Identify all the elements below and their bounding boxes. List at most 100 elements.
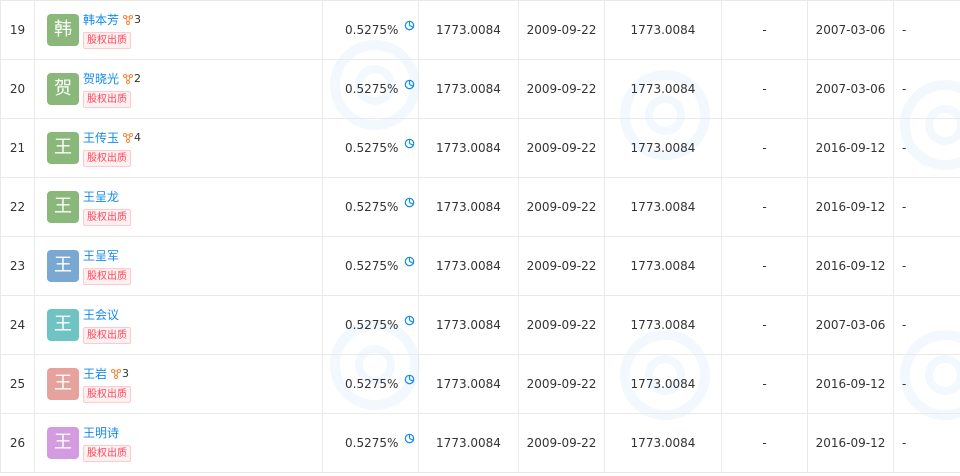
equity-pledge-tag[interactable]: 股权出质 bbox=[83, 31, 131, 49]
pie-chart-icon[interactable] bbox=[404, 79, 415, 90]
paid-amount: 1773.0084 bbox=[604, 177, 722, 237]
ratio-cell: 0.5275% bbox=[322, 59, 419, 119]
subscribed-date: 2009-09-22 bbox=[518, 236, 605, 296]
join-date: 2016-09-12 bbox=[807, 236, 894, 296]
pie-chart-icon[interactable] bbox=[404, 315, 415, 326]
table-body: 19 韩 韩本芳 3 股权出质 0.5275% 1773.0084 2009-0… bbox=[0, 0, 960, 473]
relation-count: 2 bbox=[134, 72, 142, 85]
shareholder-name-link[interactable]: 王呈龙 bbox=[83, 188, 119, 205]
shareholding-ratio: 0.5275% bbox=[345, 436, 399, 450]
row-index: 23 bbox=[0, 236, 35, 296]
relation-badge[interactable]: 2 bbox=[123, 72, 141, 85]
subscribed-date: 2009-09-22 bbox=[518, 118, 605, 178]
paid-amount: 1773.0084 bbox=[604, 295, 722, 355]
shareholder-name-link[interactable]: 韩本芳 bbox=[83, 11, 119, 28]
avatar: 王 bbox=[47, 191, 79, 223]
shareholding-ratio: 0.5275% bbox=[345, 82, 399, 96]
pie-chart-icon[interactable] bbox=[404, 197, 415, 208]
relation-network-icon bbox=[123, 73, 134, 84]
equity-pledge-tag[interactable]: 股权出质 bbox=[83, 149, 131, 167]
shareholder-cell: 王 王岩 3 股权出质 bbox=[34, 354, 323, 414]
table-row: 23 王 王呈军 股权出质 0.5275% 1773.0084 2009-09-… bbox=[0, 236, 960, 296]
paid-date: - bbox=[721, 59, 808, 119]
shareholder-name-link[interactable]: 贺晓光 bbox=[83, 70, 119, 87]
relation-badge[interactable]: 3 bbox=[111, 367, 129, 380]
equity-pledge-tag[interactable]: 股权出质 bbox=[83, 326, 131, 344]
subscribed-date: 2009-09-22 bbox=[518, 413, 605, 473]
ratio-cell: 0.5275% bbox=[322, 295, 419, 355]
shareholder-cell: 王 王明诗 股权出质 bbox=[34, 413, 323, 473]
row-index: 20 bbox=[0, 59, 35, 119]
pie-chart-icon[interactable] bbox=[404, 20, 415, 31]
join-date: 2016-09-12 bbox=[807, 118, 894, 178]
pie-chart-icon[interactable] bbox=[404, 256, 415, 267]
extra-info: - bbox=[893, 177, 960, 237]
shareholder-name-link[interactable]: 王传玉 bbox=[83, 129, 119, 146]
paid-date: - bbox=[721, 0, 808, 60]
paid-date: - bbox=[721, 354, 808, 414]
paid-date: - bbox=[721, 295, 808, 355]
row-index: 24 bbox=[0, 295, 35, 355]
paid-amount: 1773.0084 bbox=[604, 354, 722, 414]
shareholder-name-link[interactable]: 王岩 bbox=[83, 365, 107, 382]
relation-badge[interactable]: 4 bbox=[123, 131, 141, 144]
paid-date: - bbox=[721, 118, 808, 178]
pie-chart-icon[interactable] bbox=[404, 433, 415, 444]
shareholder-cell: 王 王呈龙 股权出质 bbox=[34, 177, 323, 237]
relation-network-icon bbox=[123, 14, 134, 25]
equity-pledge-tag[interactable]: 股权出质 bbox=[83, 385, 131, 403]
table-row: 24 王 王会议 股权出质 0.5275% 1773.0084 2009-09-… bbox=[0, 295, 960, 355]
paid-amount: 1773.0084 bbox=[604, 413, 722, 473]
shareholder-cell: 王 王呈军 股权出质 bbox=[34, 236, 323, 296]
subscribed-date: 2009-09-22 bbox=[518, 177, 605, 237]
row-index: 21 bbox=[0, 118, 35, 178]
subscribed-date: 2009-09-22 bbox=[518, 59, 605, 119]
equity-pledge-tag[interactable]: 股权出质 bbox=[83, 90, 131, 108]
shareholding-ratio: 0.5275% bbox=[345, 377, 399, 391]
shareholder-name-link[interactable]: 王明诗 bbox=[83, 424, 119, 441]
relation-badge[interactable]: 3 bbox=[123, 13, 141, 26]
equity-pledge-tag[interactable]: 股权出质 bbox=[83, 267, 131, 285]
subscribed-amount: 1773.0084 bbox=[418, 354, 519, 414]
extra-info: - bbox=[893, 118, 960, 178]
shareholding-ratio: 0.5275% bbox=[345, 23, 399, 37]
ratio-cell: 0.5275% bbox=[322, 354, 419, 414]
subscribed-amount: 1773.0084 bbox=[418, 59, 519, 119]
shareholding-ratio: 0.5275% bbox=[345, 259, 399, 273]
shareholder-cell: 贺 贺晓光 2 股权出质 bbox=[34, 59, 323, 119]
subscribed-date: 2009-09-22 bbox=[518, 295, 605, 355]
ratio-cell: 0.5275% bbox=[322, 118, 419, 178]
avatar: 韩 bbox=[47, 14, 79, 46]
table-row: 20 贺 贺晓光 2 股权出质 0.5275% 1773.0084 2009-0… bbox=[0, 59, 960, 119]
subscribed-date: 2009-09-22 bbox=[518, 354, 605, 414]
table-row: 21 王 王传玉 4 股权出质 0.5275% 1773.0084 2009-0… bbox=[0, 118, 960, 178]
pie-chart-icon[interactable] bbox=[404, 138, 415, 149]
join-date: 2007-03-06 bbox=[807, 0, 894, 60]
paid-amount: 1773.0084 bbox=[604, 59, 722, 119]
subscribed-amount: 1773.0084 bbox=[418, 0, 519, 60]
relation-network-icon bbox=[111, 368, 122, 379]
avatar: 王 bbox=[47, 250, 79, 282]
row-index: 22 bbox=[0, 177, 35, 237]
paid-amount: 1773.0084 bbox=[604, 118, 722, 178]
ratio-cell: 0.5275% bbox=[322, 177, 419, 237]
row-index: 26 bbox=[0, 413, 35, 473]
relation-network-icon bbox=[123, 132, 134, 143]
relation-count: 4 bbox=[134, 131, 142, 144]
extra-info: - bbox=[893, 413, 960, 473]
shareholder-cell: 韩 韩本芳 3 股权出质 bbox=[34, 0, 323, 60]
equity-pledge-tag[interactable]: 股权出质 bbox=[83, 208, 131, 226]
equity-pledge-tag[interactable]: 股权出质 bbox=[83, 444, 131, 462]
avatar: 王 bbox=[47, 132, 79, 164]
table-row: 25 王 王岩 3 股权出质 0.5275% 1773.0084 2009-09… bbox=[0, 354, 960, 414]
join-date: 2007-03-06 bbox=[807, 59, 894, 119]
shareholder-name-link[interactable]: 王会议 bbox=[83, 306, 119, 323]
shareholding-ratio: 0.5275% bbox=[345, 141, 399, 155]
subscribed-amount: 1773.0084 bbox=[418, 118, 519, 178]
join-date: 2016-09-12 bbox=[807, 413, 894, 473]
row-index: 19 bbox=[0, 0, 35, 60]
join-date: 2016-09-12 bbox=[807, 177, 894, 237]
shareholder-name-link[interactable]: 王呈军 bbox=[83, 247, 119, 264]
pie-chart-icon[interactable] bbox=[404, 374, 415, 385]
shareholder-table: 19 韩 韩本芳 3 股权出质 0.5275% 1773.0084 2009-0… bbox=[0, 0, 960, 473]
